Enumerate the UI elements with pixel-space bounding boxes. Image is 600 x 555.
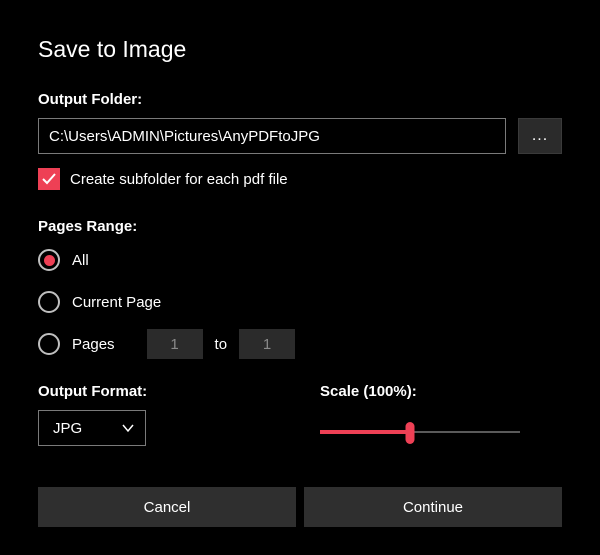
- format-scale-row: Output Format: JPG Scale (100%):: [38, 383, 562, 446]
- dialog-title: Save to Image: [38, 36, 562, 63]
- scale-label: Scale (100%):: [320, 383, 562, 400]
- subfolder-row: Create subfolder for each pdf file: [38, 168, 562, 190]
- output-folder-input[interactable]: [38, 118, 506, 154]
- check-icon: [41, 171, 57, 187]
- pages-inputs: to: [147, 329, 296, 359]
- slider-fill: [320, 430, 410, 434]
- radio-all[interactable]: [38, 249, 60, 271]
- output-folder-label: Output Folder:: [38, 91, 562, 108]
- pages-from-input[interactable]: [147, 329, 203, 359]
- output-folder-row: ...: [38, 118, 562, 154]
- pages-range-label: Pages Range:: [38, 218, 562, 235]
- scale-col: Scale (100%):: [320, 383, 562, 446]
- radio-row-all: All: [38, 245, 562, 275]
- pages-to-input[interactable]: [239, 329, 295, 359]
- radio-row-current: Current Page: [38, 287, 562, 317]
- output-format-label: Output Format:: [38, 383, 280, 400]
- radio-pages[interactable]: [38, 333, 60, 355]
- chevron-down-icon: [121, 421, 135, 435]
- scale-slider[interactable]: [320, 422, 520, 442]
- radio-current[interactable]: [38, 291, 60, 313]
- radio-pages-label: Pages: [72, 336, 115, 353]
- slider-thumb[interactable]: [406, 422, 415, 444]
- subfolder-checkbox[interactable]: [38, 168, 60, 190]
- save-to-image-dialog: Save to Image Output Folder: ... Create …: [10, 10, 590, 545]
- ellipsis-icon: ...: [532, 127, 548, 145]
- output-format-select[interactable]: JPG: [38, 410, 146, 446]
- output-format-value: JPG: [53, 420, 82, 437]
- radio-current-label: Current Page: [72, 294, 161, 311]
- action-row: Cancel Continue: [38, 487, 562, 527]
- cancel-button[interactable]: Cancel: [38, 487, 296, 527]
- continue-button[interactable]: Continue: [304, 487, 562, 527]
- radio-all-label: All: [72, 252, 89, 269]
- subfolder-label: Create subfolder for each pdf file: [70, 171, 288, 188]
- radio-row-pages: Pages to: [38, 329, 562, 359]
- pages-to-label: to: [215, 336, 228, 353]
- pages-range-group: All Current Page Pages to: [38, 245, 562, 359]
- browse-button[interactable]: ...: [518, 118, 562, 154]
- output-format-col: Output Format: JPG: [38, 383, 280, 446]
